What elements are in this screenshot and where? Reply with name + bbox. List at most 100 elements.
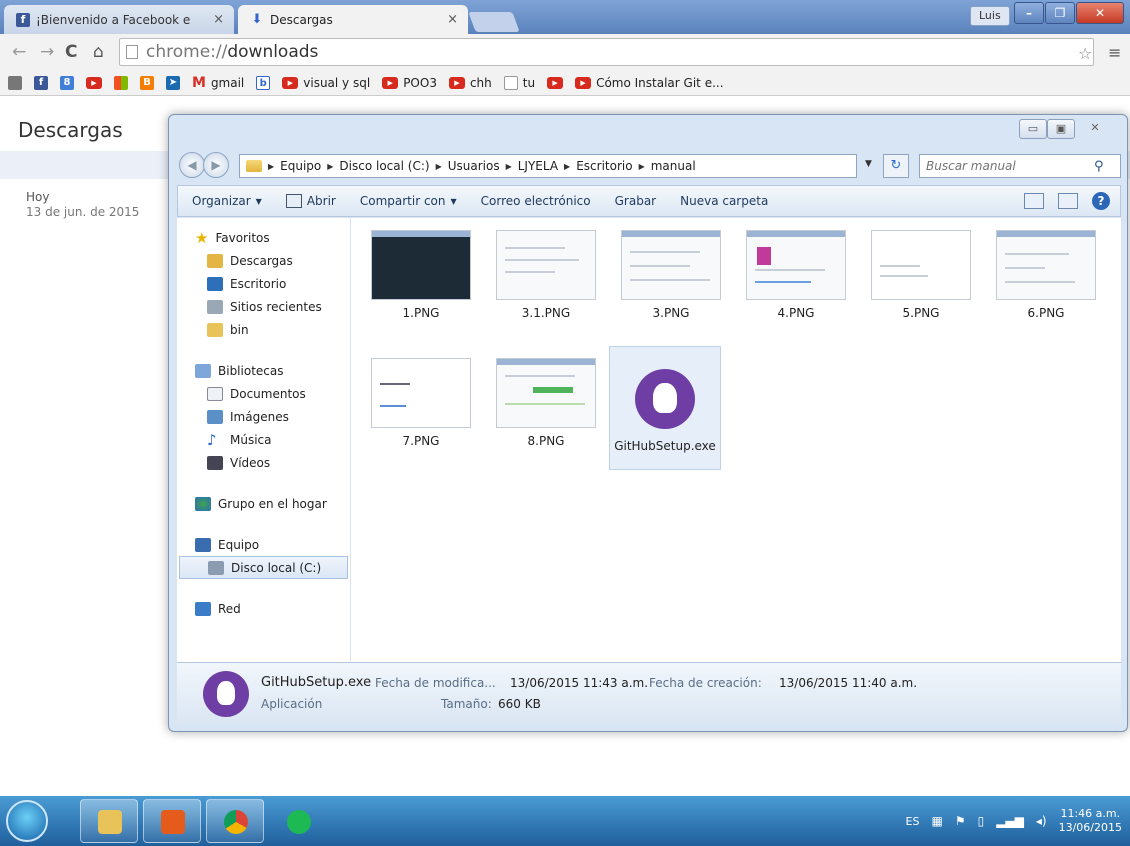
nav-homegroup[interactable]: Grupo en el hogar bbox=[177, 492, 350, 515]
new-tab-button[interactable] bbox=[468, 12, 520, 32]
file-item[interactable]: 8.PNG bbox=[490, 358, 602, 448]
nav-item-sitios-recientes[interactable]: Sitios recientes bbox=[177, 295, 350, 318]
file-item[interactable]: 4.PNG bbox=[740, 230, 852, 320]
organize-button[interactable]: Organizar ▼ bbox=[192, 194, 262, 208]
detail-file-type: Aplicación bbox=[261, 697, 323, 711]
nav-libraries[interactable]: Bibliotecas bbox=[177, 359, 350, 382]
file-item[interactable]: 5.PNG bbox=[865, 230, 977, 320]
address-bar[interactable]: chrome://downloads bbox=[119, 38, 1094, 66]
bookmark-youtube[interactable]: ▶ bbox=[86, 76, 102, 89]
breadcrumb-item[interactable]: Usuarios bbox=[448, 159, 500, 173]
bookmark-gmail[interactable]: Mgmail bbox=[192, 75, 244, 91]
breadcrumb-item[interactable]: Escritorio bbox=[576, 159, 632, 173]
refresh-button[interactable]: ↻ bbox=[883, 154, 909, 178]
bookmark-visual-sql[interactable]: ▶ visual y sql bbox=[282, 76, 370, 90]
share-button[interactable]: Compartir con ▼ bbox=[360, 194, 457, 208]
close-button[interactable]: ✕ bbox=[1081, 119, 1109, 139]
preview-pane-icon[interactable] bbox=[1058, 193, 1078, 209]
bookmark-facebook[interactable]: f bbox=[34, 75, 48, 90]
forward-arrow-icon[interactable]: ▶ bbox=[203, 152, 229, 178]
help-icon[interactable]: ? bbox=[1092, 192, 1110, 210]
close-icon[interactable]: × bbox=[213, 12, 224, 27]
taskbar-chrome[interactable] bbox=[206, 799, 264, 843]
bookmark-star-icon[interactable]: ☆ bbox=[1078, 44, 1092, 63]
nav-item-documentos[interactable]: Documentos bbox=[177, 382, 350, 405]
file-item[interactable]: 6.PNG bbox=[990, 230, 1102, 320]
open-button[interactable]: Abrir bbox=[285, 194, 336, 208]
tab-downloads[interactable]: ⬇ Descargas × bbox=[238, 5, 468, 34]
nav-item-descargas[interactable]: Descargas bbox=[177, 249, 350, 272]
breadcrumb-item[interactable]: Equipo bbox=[280, 159, 321, 173]
profile-button[interactable]: Luis bbox=[970, 6, 1010, 26]
explorer-address-row: ◀ ▶ ▶ Equipo ▶ Disco local (C:) ▶ Usuari… bbox=[177, 149, 1121, 181]
taskbar-explorer[interactable] bbox=[80, 799, 138, 843]
nav-item-bin[interactable]: bin bbox=[177, 318, 350, 341]
battery-icon[interactable]: ▯ bbox=[978, 814, 985, 828]
nav-favorites[interactable]: ★ Favoritos bbox=[177, 226, 350, 249]
back-arrow-icon[interactable]: ← bbox=[12, 42, 26, 62]
bookmark-git[interactable]: ▶ Cómo Instalar Git e... bbox=[575, 76, 724, 90]
start-button[interactable] bbox=[6, 800, 48, 842]
maximize-button[interactable]: ❐ bbox=[1045, 2, 1075, 24]
detail-modified-label: Fecha de modifica... bbox=[375, 676, 496, 690]
bookmark-blogger[interactable]: B bbox=[140, 75, 154, 90]
nav-computer[interactable]: Equipo bbox=[177, 533, 350, 556]
search-box[interactable]: ⚲ bbox=[919, 154, 1121, 178]
bookmark-chh[interactable]: ▶ chh bbox=[448, 76, 492, 90]
nav-item-disco-local[interactable]: Disco local (C:) bbox=[179, 556, 348, 579]
email-button[interactable]: Correo electrónico bbox=[481, 194, 591, 208]
search-input[interactable] bbox=[926, 159, 1094, 173]
bookmark-windows[interactable] bbox=[114, 75, 128, 90]
volume-icon[interactable]: ◂) bbox=[1036, 814, 1047, 828]
file-item[interactable]: 3.1.PNG bbox=[490, 230, 602, 320]
burn-button[interactable]: Grabar bbox=[615, 194, 657, 208]
back-arrow-icon[interactable]: ◀ bbox=[179, 152, 205, 178]
view-options-icon[interactable] bbox=[1024, 193, 1044, 209]
windows-flag-icon[interactable]: ▦ bbox=[931, 814, 942, 828]
nav-network[interactable]: Red bbox=[177, 597, 350, 620]
bookmark-google-plus[interactable]: 8 bbox=[60, 75, 74, 90]
close-window-button[interactable]: ✕ bbox=[1076, 2, 1124, 24]
reload-icon[interactable]: C bbox=[65, 42, 77, 62]
computer-icon bbox=[195, 537, 211, 552]
minimize-button[interactable]: ▭ bbox=[1019, 119, 1047, 139]
tab-facebook[interactable]: f ¡Bienvenido a Facebook e × bbox=[4, 5, 234, 34]
breadcrumb[interactable]: ▶ Equipo ▶ Disco local (C:) ▶ Usuarios ▶… bbox=[239, 154, 857, 178]
taskbar-spotify[interactable] bbox=[269, 799, 327, 843]
breadcrumb-item[interactable]: Disco local (C:) bbox=[339, 159, 429, 173]
menu-icon[interactable]: ≡ bbox=[1108, 43, 1121, 62]
forward-arrow-icon[interactable]: → bbox=[40, 42, 54, 62]
bookmark-poo3[interactable]: ▶ POO3 bbox=[382, 76, 437, 90]
file-item[interactable]: 7.PNG bbox=[365, 358, 477, 448]
nav-item-escritorio[interactable]: Escritorio bbox=[177, 272, 350, 295]
chevron-down-icon[interactable]: ▼ bbox=[865, 159, 872, 169]
signal-icon[interactable]: ▂▄▆ bbox=[996, 814, 1024, 828]
videos-icon bbox=[207, 455, 223, 470]
breadcrumb-item[interactable]: manual bbox=[651, 159, 696, 173]
file-item[interactable]: 1.PNG bbox=[365, 230, 477, 320]
taskbar-office[interactable] bbox=[143, 799, 201, 843]
bookmark-b[interactable]: b bbox=[256, 75, 271, 90]
file-item[interactable]: 3.PNG bbox=[615, 230, 727, 320]
maximize-button[interactable]: ▣ bbox=[1047, 119, 1075, 139]
nav-item-videos[interactable]: Vídeos bbox=[177, 451, 350, 474]
bookmark-bird[interactable]: ➤ bbox=[166, 75, 180, 90]
nav-item-imagenes[interactable]: Imágenes bbox=[177, 405, 350, 428]
home-icon[interactable]: ⌂ bbox=[93, 42, 104, 62]
new-folder-button[interactable]: Nueva carpeta bbox=[680, 194, 768, 208]
search-icon[interactable]: ⚲ bbox=[1094, 159, 1104, 174]
bookmark-tu[interactable]: tu bbox=[503, 75, 535, 90]
file-item-selected[interactable]: GitHubSetup.exe bbox=[609, 346, 721, 470]
minimize-button[interactable]: – bbox=[1014, 2, 1044, 24]
date-group-label: Hoy bbox=[26, 190, 50, 204]
language-indicator[interactable]: ES bbox=[906, 815, 920, 828]
action-center-icon[interactable]: ⚑ bbox=[955, 814, 966, 828]
page-icon bbox=[126, 45, 138, 59]
clock[interactable]: 11:46 a.m. 13/06/2015 bbox=[1059, 807, 1122, 835]
close-icon[interactable]: × bbox=[447, 12, 458, 27]
explorer-icon bbox=[98, 810, 122, 834]
bookmark-youtube-2[interactable]: ▶ bbox=[547, 76, 564, 89]
nav-item-musica[interactable]: ♪ Música bbox=[177, 428, 350, 451]
breadcrumb-item[interactable]: LJYELA bbox=[518, 159, 558, 173]
bookmark-apps[interactable] bbox=[8, 75, 22, 90]
